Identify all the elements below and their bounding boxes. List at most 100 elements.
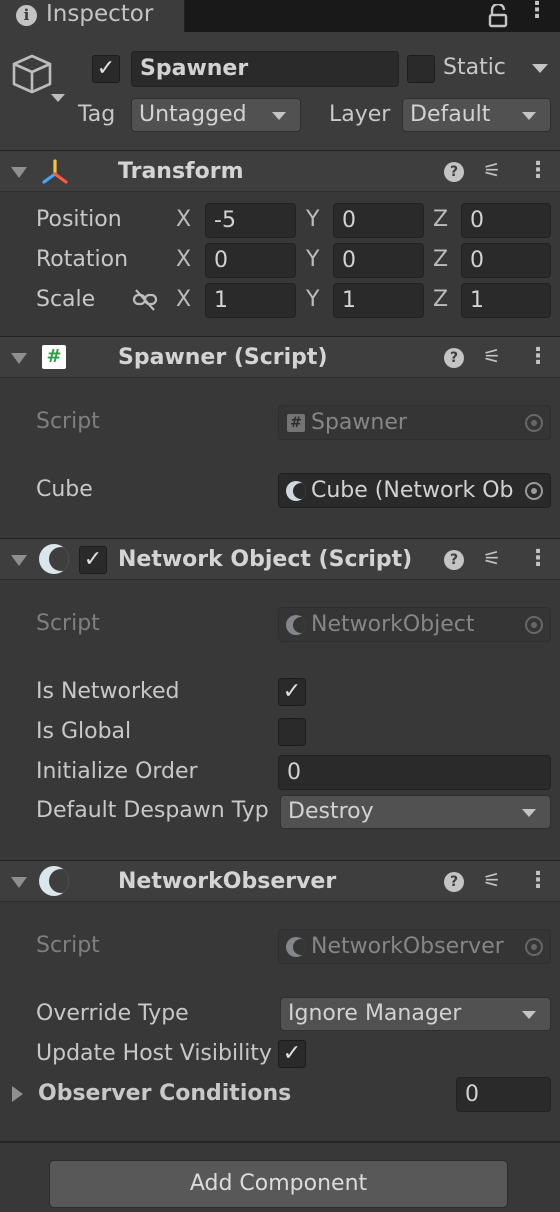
inspector-tab[interactable]: i Inspector <box>0 0 185 32</box>
network-observer-script-value: NetworkObserver <box>311 934 504 959</box>
lock-icon[interactable] <box>488 2 508 33</box>
axis-z-label[interactable]: Z <box>433 287 448 312</box>
network-object-icon <box>286 615 306 635</box>
presets-icon[interactable]: ⚟ <box>483 158 501 182</box>
transform-foldout-icon[interactable] <box>11 167 27 178</box>
context-menu-icon[interactable]: ⋮ <box>527 160 549 182</box>
scale-z-field[interactable]: 1 <box>461 283 551 318</box>
network-object-foldout-icon[interactable] <box>11 555 27 566</box>
observer-conditions-count-field[interactable]: 0 <box>456 1077 551 1112</box>
presets-icon[interactable]: ⚟ <box>483 344 501 368</box>
gameobject-active-checkbox[interactable]: ✓ <box>92 55 120 83</box>
tag-dropdown[interactable]: Untagged <box>131 98 301 132</box>
spawner-script-field: # Spawner <box>278 405 551 440</box>
static-dropdown-icon[interactable] <box>532 64 548 73</box>
chevron-down-icon <box>522 809 536 817</box>
gameobject-cube-icon[interactable] <box>10 52 68 112</box>
rotation-x-field[interactable]: 0 <box>205 243 296 278</box>
gameobject-name-input[interactable]: Spawner <box>131 51 399 87</box>
cube-object-field[interactable]: Cube (Network Ob <box>278 473 551 508</box>
transform-header[interactable] <box>0 150 560 192</box>
despawn-type-dropdown[interactable]: Destroy <box>280 795 551 829</box>
transform-title: Transform <box>118 159 244 184</box>
object-picker-icon <box>525 616 543 634</box>
scale-label: Scale <box>36 287 96 312</box>
initialize-order-field[interactable]: 0 <box>278 755 551 790</box>
axis-x-label[interactable]: X <box>176 207 191 232</box>
help-icon[interactable]: ? <box>444 872 464 892</box>
layer-label: Layer <box>329 102 391 127</box>
rotation-z-field[interactable]: 0 <box>461 243 551 278</box>
help-icon[interactable]: ? <box>444 348 464 368</box>
axis-x-label[interactable]: X <box>176 287 191 312</box>
presets-icon[interactable]: ⚟ <box>483 868 501 892</box>
context-menu-icon[interactable]: ⋮ <box>527 548 549 570</box>
position-z-field[interactable]: 0 <box>461 203 551 238</box>
update-host-visibility-checkbox[interactable]: ✓ <box>278 1040 306 1068</box>
rotation-label: Rotation <box>36 247 129 272</box>
chevron-down-icon <box>522 1011 536 1019</box>
object-picker-icon <box>525 414 543 432</box>
network-object-enabled-checkbox[interactable]: ✓ <box>79 546 107 574</box>
scale-y-field[interactable]: 1 <box>333 283 424 318</box>
chevron-down-icon <box>522 112 536 120</box>
tag-label: Tag <box>78 102 116 127</box>
static-label: Static <box>443 55 506 80</box>
is-global-label: Is Global <box>36 719 132 744</box>
axis-z-label[interactable]: Z <box>433 247 448 272</box>
inspector-tab-label: Inspector <box>46 1 154 27</box>
axis-y-label[interactable]: Y <box>306 247 319 272</box>
context-menu-icon[interactable]: ⋮ <box>527 346 549 368</box>
network-object-icon <box>39 544 69 574</box>
axis-x-label[interactable]: X <box>176 247 191 272</box>
constrain-proportions-icon[interactable] <box>132 289 158 317</box>
axis-z-label[interactable]: Z <box>433 207 448 232</box>
initialize-order-label: Initialize Order <box>36 759 198 784</box>
network-object-icon <box>286 937 306 957</box>
object-picker-icon[interactable] <box>525 482 543 500</box>
network-observer-foldout-icon[interactable] <box>11 877 27 888</box>
static-checkbox[interactable] <box>407 55 435 83</box>
despawn-type-label: Default Despawn Typ <box>36 798 269 823</box>
context-menu-icon[interactable]: ⋮ <box>527 870 549 892</box>
spawner-script-title: Spawner (Script) <box>118 345 328 370</box>
position-y-field[interactable]: 0 <box>333 203 424 238</box>
spawner-foldout-icon[interactable] <box>11 353 27 364</box>
rotation-y-field[interactable]: 0 <box>333 243 424 278</box>
scale-x-field[interactable]: 1 <box>205 283 296 318</box>
help-icon[interactable]: ? <box>444 162 464 182</box>
info-icon: i <box>16 5 37 26</box>
update-host-visibility-label: Update Host Visibility <box>36 1041 272 1066</box>
is-networked-label: Is Networked <box>36 679 180 704</box>
help-icon[interactable]: ? <box>444 550 464 570</box>
csharp-script-icon: # <box>287 414 305 432</box>
chevron-down-icon <box>272 112 286 120</box>
axis-y-label[interactable]: Y <box>306 287 319 312</box>
override-type-value: Ignore Manager <box>288 1001 462 1026</box>
layer-dropdown-value: Default <box>410 102 491 127</box>
presets-icon[interactable]: ⚟ <box>483 546 501 570</box>
position-x-field[interactable]: -5 <box>205 203 296 238</box>
observer-conditions-foldout-icon[interactable] <box>12 1086 23 1102</box>
network-object-script-label: Script <box>36 611 100 636</box>
network-observer-title: NetworkObserver <box>118 869 337 894</box>
is-networked-checkbox[interactable]: ✓ <box>278 678 306 706</box>
network-object-icon <box>286 481 306 501</box>
spawner-script-value: Spawner <box>311 410 407 435</box>
position-label: Position <box>36 207 122 232</box>
network-object-title: Network Object (Script) <box>118 547 413 572</box>
transform-icon <box>40 158 70 194</box>
add-component-button[interactable]: Add Component <box>49 1160 508 1208</box>
layer-dropdown[interactable]: Default <box>402 98 551 132</box>
gameobject-header <box>0 32 560 150</box>
cube-object-value: Cube (Network Ob <box>311 478 514 503</box>
spawner-script-label: Script <box>36 409 100 434</box>
is-global-checkbox[interactable] <box>278 718 306 746</box>
window-menu-icon[interactable]: ⋮ <box>526 0 548 22</box>
network-observer-script-field: NetworkObserver <box>278 929 551 964</box>
override-type-dropdown[interactable]: Ignore Manager <box>280 997 551 1031</box>
axis-y-label[interactable]: Y <box>306 207 319 232</box>
network-object-script-value: NetworkObject <box>311 612 475 637</box>
divider <box>0 1141 560 1143</box>
observer-conditions-label[interactable]: Observer Conditions <box>38 1081 291 1106</box>
